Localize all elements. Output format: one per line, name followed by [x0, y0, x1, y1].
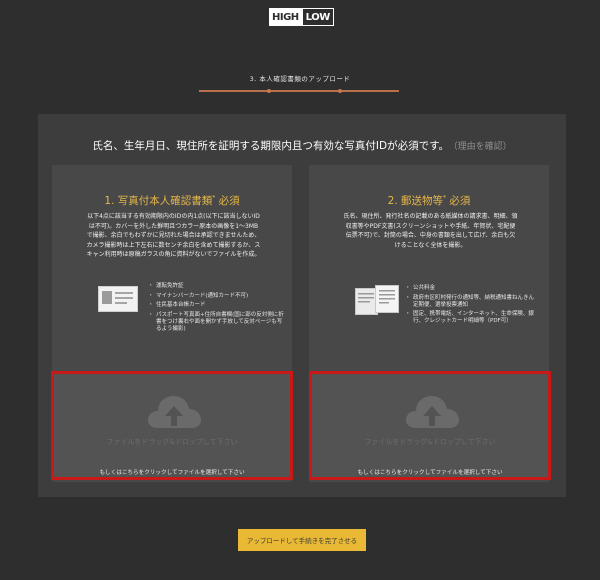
card-description: 氏名、現住所、発行社名の記載のある紙媒体の請求書、明細、領収書等やPDF文書(ス… — [343, 213, 518, 249]
upload-cloud-icon — [147, 396, 201, 428]
required-label: 必須 — [446, 195, 471, 207]
card-description: 以下4点に該当する有効期限内のIDの内1点(以下に該当しないIDは不可)。カバー… — [86, 213, 261, 259]
documents-icon — [355, 285, 399, 315]
id-card-icon — [98, 286, 138, 312]
brand-logo[interactable]: HIGH LOW — [269, 8, 334, 26]
logo-high: HIGH — [269, 8, 302, 26]
progress-dot — [267, 89, 271, 93]
card-title-text: 1. 写真付本人確認書類 — [104, 195, 213, 207]
intro-requirement: 氏名、生年月日、現住所を証明する期限内且つ有効な写真付IDが必須です。 — [92, 140, 450, 152]
list-item: マイナンバーカード(通知カード不可) — [148, 293, 285, 300]
complete-upload-button[interactable]: アップロードして手続きを完了させる — [238, 529, 366, 551]
dropzone-click-text[interactable]: もしくはこちらをクリックしてファイルを選択して下さい — [312, 468, 548, 476]
id-list: 運転免許証 マイナンバーカード(通知カード不可) 住民基本台帳カード パスポート… — [148, 283, 285, 335]
step-label: 3. 本人確認書類のアップロード — [249, 75, 351, 83]
photo-id-dropzone[interactable]: ファイルをドラッグ&ドロップして下さい もしくはこちらをクリックしてファイルを選… — [51, 371, 293, 480]
dropzone-text: ファイルをドラッグ&ドロップして下さい — [364, 438, 496, 446]
progress-line — [199, 90, 399, 92]
mail-document-dropzone[interactable]: ファイルをドラッグ&ドロップして下さい もしくはこちらをクリックしてファイルを選… — [309, 371, 551, 480]
progress-indicator — [199, 89, 399, 93]
required-label: 必須 — [215, 195, 240, 207]
dropzone-text: ファイルをドラッグ&ドロップして下さい — [106, 438, 238, 446]
list-item: 運転免許証 — [148, 283, 285, 290]
list-item: 公共料金 — [405, 285, 537, 292]
upload-panel: 氏名、生年月日、現住所を証明する期限内且つ有効な写真付IDが必須です。 （理由を確… — [38, 114, 566, 497]
intro-text: 氏名、生年月日、現住所を証明する期限内且つ有効な写真付IDが必須です。 （理由を確… — [38, 138, 566, 153]
logo-low: LOW — [301, 8, 334, 26]
card-title: 1. 写真付本人確認書類* 必須 — [52, 193, 292, 208]
mail-list: 公共料金 政府市区町村発行の通知等、納税通知書ねんきん定期便、選挙投票通知 固定… — [405, 285, 537, 328]
list-item: 固定、携帯電話、インターネット、生命保険、銀行、クレジットカード明細等（PDF可… — [405, 311, 537, 325]
list-item: 住民基本台帳カード — [148, 302, 285, 309]
card-title: 2. 郵送物等* 必須 — [309, 193, 549, 208]
list-item: 政府市区町村発行の通知等、納税通知書ねんきん定期便、選挙投票通知 — [405, 295, 537, 309]
progress-dot — [338, 89, 342, 93]
reason-link[interactable]: （理由を確認） — [453, 142, 512, 152]
upload-cloud-icon — [405, 396, 459, 428]
list-item: パスポート写真面+住所自書欄(国に部の反対側に折書をつけ裏右や面を開かず手放して… — [148, 312, 285, 333]
dropzone-click-text[interactable]: もしくはこちらをクリックしてファイルを選択して下さい — [54, 468, 290, 476]
card-title-text: 2. 郵送物等 — [387, 195, 443, 207]
